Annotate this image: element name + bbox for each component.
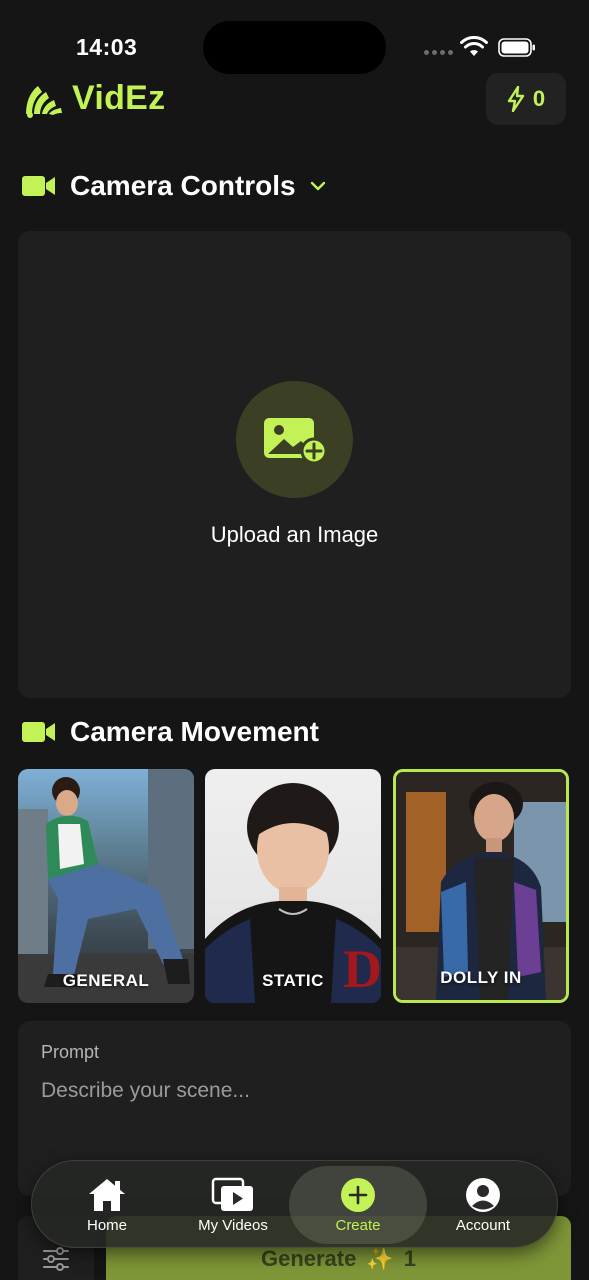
movement-option-dolly-in[interactable]: DOLLY IN: [393, 769, 569, 1003]
generate-cost: 1: [403, 1246, 417, 1271]
home-icon: [89, 1178, 125, 1211]
app-logo: VidEz: [22, 78, 165, 118]
movement-option-label: DOLLY IN: [440, 968, 522, 987]
fan-logo-icon: [26, 86, 62, 118]
tab-label: Account: [455, 1216, 511, 1234]
plus-circle-icon: [341, 1177, 375, 1212]
movement-option-static[interactable]: D STATIC: [205, 769, 381, 1003]
dynamic-island: [203, 21, 386, 74]
credits-count: 0: [532, 86, 546, 111]
cellular-signal-icon: [424, 50, 453, 55]
camera-movement-header: Camera Movement: [22, 716, 319, 748]
upload-image-panel[interactable]: Upload an Image: [18, 231, 571, 698]
sliders-icon: [43, 1247, 69, 1271]
image-add-icon: [263, 417, 327, 464]
tab-my-videos[interactable]: My Videos: [170, 1161, 296, 1249]
video-camera-icon: [22, 176, 55, 196]
movement-option-general[interactable]: GENERAL: [18, 769, 194, 1003]
camera-controls-toggle[interactable]: Camera Controls: [22, 170, 326, 202]
generate-label: Generate: [260, 1246, 357, 1271]
tab-create[interactable]: Create: [289, 1166, 427, 1244]
tab-label: My Videos: [198, 1216, 268, 1234]
camera-movement-title: Camera Movement: [70, 716, 319, 747]
video-camera-icon: [22, 722, 55, 742]
sparkles-icon: ✨: [366, 1246, 394, 1271]
tab-account[interactable]: Account: [420, 1161, 546, 1249]
upload-image-button[interactable]: [236, 381, 353, 498]
chevron-down-icon: [310, 181, 325, 191]
app-name: VidEz: [72, 78, 166, 117]
tab-label: Create: [335, 1216, 381, 1234]
credits-button[interactable]: 0: [486, 73, 566, 125]
prompt-label: Prompt: [41, 1042, 100, 1062]
prompt-input[interactable]: [41, 1079, 546, 1103]
app-header: VidEz 0: [0, 72, 589, 132]
battery-icon: [498, 38, 535, 57]
wifi-icon: [460, 36, 488, 56]
lightning-icon: [507, 86, 525, 112]
status-time: 14:03: [76, 34, 138, 60]
static-preview-image: D: [205, 783, 381, 1003]
account-icon: [466, 1177, 500, 1212]
videos-icon: [211, 1177, 253, 1211]
camera-movement-options: GENERAL D STATIC DOLLY IN: [18, 769, 571, 1003]
movement-option-label: GENERAL: [62, 971, 150, 990]
general-preview-image: [18, 769, 194, 1003]
upload-image-label: Upload an Image: [210, 522, 379, 547]
tab-label: Home: [86, 1216, 127, 1234]
tab-bar: Home My Videos Create Account: [31, 1160, 558, 1248]
movement-option-label: STATIC: [262, 971, 324, 990]
dolly-in-preview-image: [396, 772, 566, 1000]
camera-controls-title: Camera Controls: [70, 170, 296, 201]
tab-home[interactable]: Home: [44, 1161, 170, 1249]
status-bar: 14:03: [0, 0, 589, 74]
